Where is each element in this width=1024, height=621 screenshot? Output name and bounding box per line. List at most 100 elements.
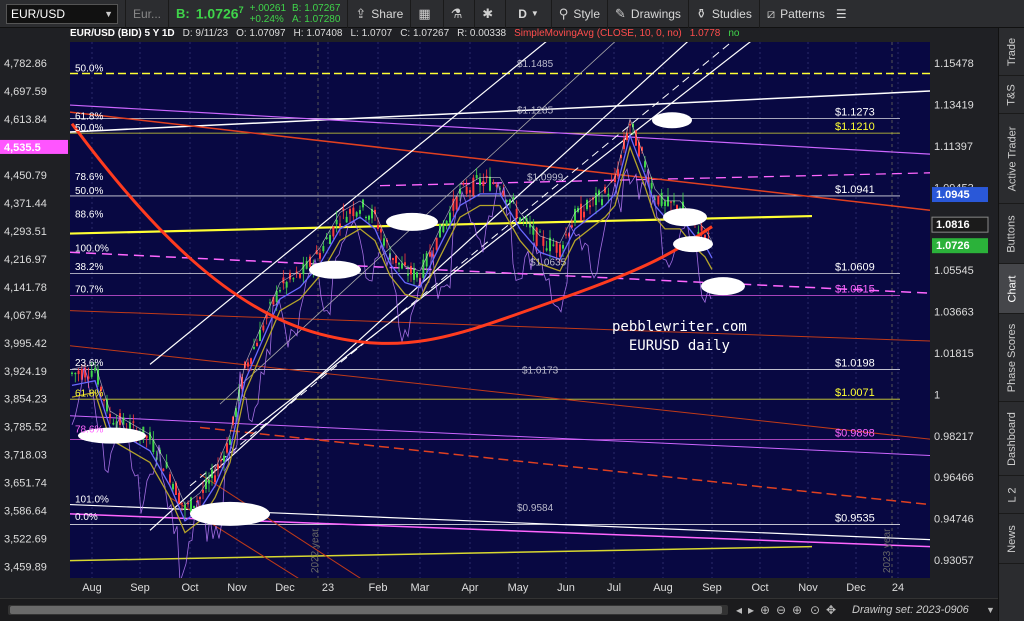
left-axis-badge-text: 4,535.5	[4, 142, 41, 154]
chevron-down-icon: ▼	[530, 9, 539, 18]
left-axis-tick: 3,785.52	[4, 422, 47, 434]
linked-symbol[interactable]: Eur...	[126, 0, 170, 28]
patterns-label: Patterns	[780, 6, 825, 21]
candle-body	[132, 421, 135, 423]
candle-body	[217, 464, 219, 470]
tab-label: Active Trader	[1006, 126, 1018, 191]
tab-chart[interactable]: Chart	[999, 264, 1024, 314]
drawing-set-label[interactable]: Drawing set: 2023-0906	[852, 604, 969, 616]
period-button[interactable]: D ▼	[506, 0, 552, 28]
left-axis-tick: 3,522.69	[4, 534, 47, 546]
candle-body	[475, 175, 478, 178]
share-label: Share	[371, 6, 404, 21]
settings-button[interactable]: ✱	[475, 0, 507, 28]
candle-body	[335, 219, 338, 225]
drawings-button[interactable]: ✎ Drawings	[608, 0, 689, 28]
candle-body	[429, 252, 431, 257]
left-axis-tick: 4,697.59	[4, 86, 47, 98]
candle-body	[664, 201, 666, 206]
candle-body	[365, 216, 367, 219]
candle-body	[220, 460, 222, 462]
bid-ask-box: B: 1.07267 A: 1.07280	[292, 3, 340, 25]
fib-label: 61.8%	[75, 111, 103, 122]
candle-body	[322, 246, 325, 252]
patterns-button[interactable]: ⧄ Patterns	[760, 0, 832, 28]
candle-body	[670, 201, 672, 203]
candle-body	[181, 502, 183, 504]
candle-body	[269, 302, 271, 304]
tab-l-2[interactable]: L 2	[999, 476, 1024, 514]
highlight-oval	[663, 208, 707, 227]
fib-label: 100.0%	[75, 243, 109, 254]
candle-body	[559, 244, 561, 257]
flask-button[interactable]: ⚗	[444, 0, 476, 28]
move-icon[interactable]: ✥	[826, 603, 836, 617]
share-button[interactable]: ⇪ Share	[348, 0, 412, 28]
chevron-down-icon[interactable]: ▼	[986, 605, 995, 615]
year-label: 2022 year	[310, 528, 321, 573]
candle-body	[178, 492, 180, 503]
thinkorswim-chart-window: EUR/USD ▼ Eur... B: 1.07267 +.00261 +0.2…	[0, 0, 1024, 621]
fib-label: 78.6%	[75, 424, 103, 435]
left-axis-tick: 4,067.94	[4, 310, 47, 322]
zoom-fit-icon[interactable]: ⊕	[792, 603, 802, 617]
scrollbar-thumb[interactable]	[10, 606, 722, 614]
zoom-in-icon[interactable]: ⊕	[760, 603, 770, 617]
candle-body	[492, 182, 495, 184]
symbol-selector[interactable]: EUR/USD ▼	[0, 0, 126, 28]
candle-body	[74, 372, 77, 375]
chart-area[interactable]: EUR/USD (BID) 5 Y 1D D: 9/11/23 O: 1.070…	[0, 28, 998, 621]
x-axis-tick: Nov	[798, 582, 818, 594]
candle-body	[368, 215, 370, 220]
candle-body	[462, 183, 465, 185]
studies-button[interactable]: ⚱ Studies	[689, 0, 760, 28]
mid-price-label: $1.0999	[527, 172, 564, 183]
left-axis-tick: 3,651.74	[4, 478, 47, 490]
mid-price-label: $0.9584	[517, 503, 554, 514]
info-symbol: EUR/USD (BID) 5 Y 1D	[70, 28, 175, 39]
candle-body	[413, 268, 415, 280]
candle-body	[184, 504, 186, 511]
price-chart[interactable]: 50.0%61.8%50.0%78.6%50.0%88.6%100.0%38.2…	[0, 28, 998, 598]
scroll-left-icon[interactable]: ◂	[736, 603, 742, 617]
info-range: R: 0.00338	[457, 28, 507, 39]
candle-body	[574, 208, 576, 223]
tab-buttons[interactable]: Buttons	[999, 204, 1024, 264]
candle-body	[355, 212, 358, 217]
bid-value: B: 1.07267	[292, 2, 341, 14]
tab-dashboard[interactable]: Dashboard	[999, 402, 1024, 476]
candle-body	[469, 190, 471, 193]
tab-active-trader[interactable]: Active Trader	[999, 114, 1024, 204]
candle-body	[542, 236, 545, 246]
scroll-right-icon[interactable]: ▸	[748, 603, 754, 617]
tab-phase-scores[interactable]: Phase Scores	[999, 314, 1024, 402]
tab-label: News	[1006, 524, 1019, 553]
candle-body	[455, 196, 458, 210]
candle-body	[339, 223, 341, 227]
candle-body	[660, 193, 663, 206]
tab-t-s[interactable]: T&S	[999, 76, 1024, 114]
horizontal-scrollbar[interactable]	[8, 605, 728, 615]
candle-body	[262, 325, 265, 331]
candle-body	[199, 497, 201, 500]
candle-body	[145, 435, 148, 439]
info-close: C: 1.07267	[400, 28, 450, 39]
x-axis-tick: 23	[322, 582, 334, 594]
share-icon: ⇪	[355, 5, 367, 21]
candle-body	[449, 212, 451, 223]
level-label: $1.1210	[835, 121, 875, 133]
x-axis-tick: Oct	[181, 582, 198, 594]
candle-body	[589, 205, 591, 208]
watchlist-button[interactable]: ▦	[411, 0, 444, 28]
candle-body	[383, 238, 385, 246]
tab-trade[interactable]: Trade	[999, 28, 1024, 76]
tab-news[interactable]: News	[999, 514, 1024, 564]
reset-icon[interactable]: ⊙	[810, 603, 820, 617]
symbol-input[interactable]: EUR/USD ▼	[6, 3, 118, 24]
zoom-out-icon[interactable]: ⊖	[776, 603, 786, 617]
style-button[interactable]: ⚲ Style	[552, 0, 608, 28]
drawings-label: Drawings	[630, 6, 681, 21]
toolbar-menu[interactable]: ☰	[832, 0, 851, 28]
x-axis-tick: Oct	[751, 582, 768, 594]
highlight-oval	[701, 277, 745, 296]
